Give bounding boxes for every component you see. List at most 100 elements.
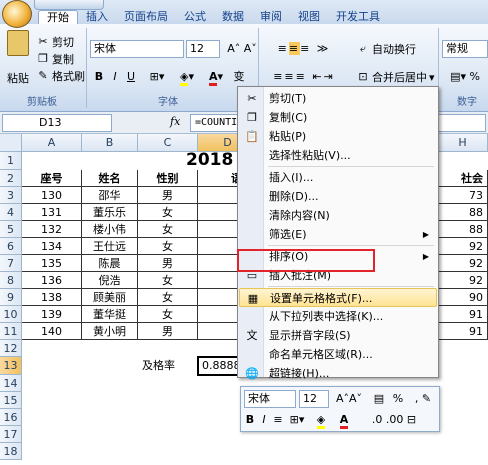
row-header-4[interactable]: 4: [0, 204, 22, 221]
tab-page-layout[interactable]: 页面布局: [116, 10, 176, 24]
table-header-cell[interactable]: 性别: [138, 170, 198, 187]
table-cell[interactable]: 131: [22, 204, 82, 221]
table-cell[interactable]: 男: [138, 323, 198, 340]
menu-item-phonetic[interactable]: 文显示拼音字段(S): [239, 326, 437, 345]
row-header-8[interactable]: 8: [0, 272, 22, 289]
tab-formulas[interactable]: 公式: [176, 10, 214, 24]
row-header-15[interactable]: 15: [0, 392, 22, 409]
table-cell[interactable]: 倪浩: [82, 272, 138, 289]
font-size-dropdown[interactable]: 12: [186, 40, 220, 58]
tab-insert[interactable]: 插入: [78, 10, 116, 24]
bold-button[interactable]: B: [92, 68, 106, 86]
menu-item-item-7[interactable]: 筛选(E) ▶: [239, 225, 437, 244]
table-cell[interactable]: 楼小伟: [82, 221, 138, 238]
row-header-11[interactable]: 11: [0, 323, 22, 340]
tab-view[interactable]: 视图: [290, 10, 328, 24]
number-format-buttons[interactable]: ▤▾ %: [442, 68, 488, 86]
column-header-h[interactable]: H: [438, 134, 488, 152]
vertical-align-buttons[interactable]: ≡≡≡ ≫: [262, 40, 346, 58]
menu-item-item-6[interactable]: 清除内容(N): [239, 206, 437, 225]
paste-button[interactable]: 粘贴: [4, 30, 32, 86]
tab-review[interactable]: 审阅: [252, 10, 290, 24]
mini-size-dropdown[interactable]: 12: [299, 390, 329, 408]
row-header-9[interactable]: 9: [0, 289, 22, 306]
table-header-cell[interactable]: 座号: [22, 170, 82, 187]
border-button[interactable]: ⊞▾: [144, 68, 170, 86]
menu-item-copy[interactable]: ❐ 复制(C): [239, 108, 437, 127]
table-cell[interactable]: 92: [438, 238, 488, 255]
table-cell[interactable]: 73: [438, 187, 488, 204]
number-format-dropdown[interactable]: 常规: [442, 40, 488, 58]
table-cell[interactable]: 邵华: [82, 187, 138, 204]
table-cell[interactable]: 女: [138, 272, 198, 289]
table-cell[interactable]: 140: [22, 323, 82, 340]
fill-color-button[interactable]: ◈▾: [174, 68, 200, 86]
mini-font-dropdown[interactable]: 宋体: [244, 390, 296, 408]
function-icon[interactable]: fx: [170, 115, 180, 128]
quick-access-toolbar[interactable]: [34, 0, 104, 10]
row-header-1[interactable]: 1: [0, 152, 22, 170]
merge-center-button[interactable]: ⊡ 合并后居中 ▾: [356, 69, 434, 85]
table-cell[interactable]: 女: [138, 204, 198, 221]
format-painter-button[interactable]: ✎ 格式刷: [36, 68, 85, 84]
mini-border-button[interactable]: ⊞▾: [286, 411, 308, 429]
horizontal-align-buttons[interactable]: ≡≡≡ ⇤⇥: [262, 68, 346, 86]
tab-home[interactable]: 开始: [38, 10, 78, 24]
font-name-dropdown[interactable]: 宋体: [90, 40, 184, 58]
row-header-5[interactable]: 5: [0, 221, 22, 238]
mini-bold-button[interactable]: B: [244, 411, 256, 429]
table-cell[interactable]: 132: [22, 221, 82, 238]
row-header-14[interactable]: 14: [0, 375, 22, 392]
mini-font-color-button[interactable]: A: [334, 411, 354, 429]
row-header-6[interactable]: 6: [0, 238, 22, 255]
percent-button[interactable]: %: [469, 70, 479, 83]
table-cell[interactable]: 女: [138, 306, 198, 323]
row-header-16[interactable]: 16: [0, 409, 22, 426]
table-cell[interactable]: 陈晨: [82, 255, 138, 272]
wrap-text-button[interactable]: ⤶ 自动换行: [356, 41, 416, 57]
row-header-17[interactable]: 17: [0, 426, 22, 443]
tab-data[interactable]: 数据: [214, 10, 252, 24]
table-cell[interactable]: 董华挺: [82, 306, 138, 323]
menu-item-item-13[interactable]: 命名单元格区域(R)...: [239, 345, 437, 364]
mini-align-button[interactable]: ≡: [272, 411, 284, 429]
pass-rate-label[interactable]: 及格率: [142, 357, 196, 375]
menu-item-item-11[interactable]: 从下拉列表中选择(K)...: [239, 307, 437, 326]
table-header-cell[interactable]: 姓名: [82, 170, 138, 187]
mini-percent-button[interactable]: %: [391, 390, 405, 408]
cut-button[interactable]: ✂ 剪切: [36, 34, 74, 50]
table-cell[interactable]: 女: [138, 289, 198, 306]
menu-item-format-cells[interactable]: ▦ 设置单元格格式(F)...: [239, 288, 437, 307]
row-header-10[interactable]: 10: [0, 306, 22, 323]
row-header-13[interactable]: 13: [0, 357, 22, 375]
table-cell[interactable]: 女: [138, 238, 198, 255]
table-cell[interactable]: 顾美丽: [82, 289, 138, 306]
table-cell[interactable]: 92: [438, 272, 488, 289]
table-cell[interactable]: 135: [22, 255, 82, 272]
font-color-button[interactable]: A▾: [204, 68, 228, 86]
table-cell[interactable]: 136: [22, 272, 82, 289]
copy-button[interactable]: ❐ 复制: [36, 51, 74, 67]
table-cell[interactable]: 女: [138, 221, 198, 238]
column-header-a[interactable]: A: [22, 134, 82, 152]
table-cell[interactable]: 134: [22, 238, 82, 255]
mini-format-painter-button[interactable]: , ✎: [409, 390, 437, 408]
table-cell[interactable]: 男: [138, 187, 198, 204]
table-cell[interactable]: 黄小明: [82, 323, 138, 340]
table-cell[interactable]: 92: [438, 255, 488, 272]
table-cell[interactable]: 王仕远: [82, 238, 138, 255]
menu-item-item-5[interactable]: 删除(D)...: [239, 187, 437, 206]
table-cell[interactable]: 董乐乐: [82, 204, 138, 221]
row-header-12[interactable]: 12: [0, 340, 22, 357]
underline-button[interactable]: U: [124, 68, 138, 86]
menu-item-item-4[interactable]: 插入(I)...: [239, 168, 437, 187]
table-cell[interactable]: 88: [438, 221, 488, 238]
name-box[interactable]: D13: [2, 114, 112, 132]
mini-italic-button[interactable]: I: [258, 411, 270, 429]
menu-item-paste[interactable]: 📋 粘贴(P): [239, 127, 437, 146]
menu-item-scissors[interactable]: ✂ 剪切(T): [239, 89, 437, 108]
office-button[interactable]: [2, 0, 32, 28]
select-all-corner[interactable]: [0, 134, 22, 152]
table-cell[interactable]: 90: [438, 289, 488, 306]
mini-fill-color-button[interactable]: ◈: [310, 411, 332, 429]
